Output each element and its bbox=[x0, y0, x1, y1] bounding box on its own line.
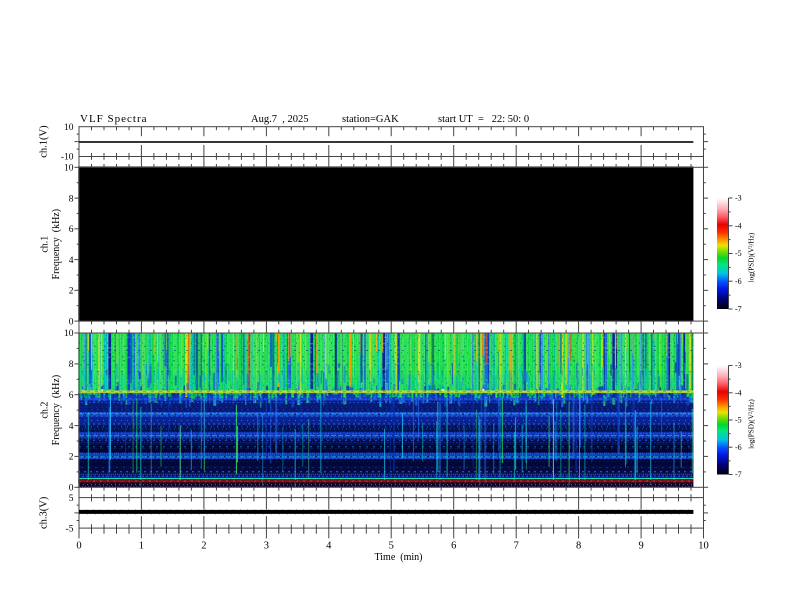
svg-text:10: 10 bbox=[64, 123, 74, 133]
svg-text:-5: -5 bbox=[66, 524, 74, 534]
svg-text:ch.1(V): ch.1(V) bbox=[39, 125, 50, 158]
svg-text:8: 8 bbox=[69, 194, 74, 204]
svg-text:2: 2 bbox=[69, 287, 74, 297]
svg-text:8: 8 bbox=[576, 541, 581, 552]
svg-text:start UT = 22: 50: 0: start UT = 22: 50: 0 bbox=[438, 114, 529, 125]
svg-text:-6: -6 bbox=[735, 277, 742, 286]
svg-text:station=GAK: station=GAK bbox=[342, 114, 399, 125]
svg-text:4: 4 bbox=[69, 422, 74, 432]
svg-text:-7: -7 bbox=[735, 305, 742, 314]
svg-text:-5: -5 bbox=[735, 249, 742, 258]
svg-text:ch.2: ch.2 bbox=[40, 402, 51, 419]
svg-text:0: 0 bbox=[69, 484, 74, 494]
svg-text:0: 0 bbox=[76, 541, 81, 552]
svg-text:0: 0 bbox=[69, 317, 74, 327]
svg-text:Aug.7 , 2025: Aug.7 , 2025 bbox=[251, 114, 308, 125]
svg-text:ch.1: ch.1 bbox=[40, 236, 51, 253]
svg-text:-3: -3 bbox=[735, 361, 742, 370]
svg-text:4: 4 bbox=[69, 256, 74, 266]
svg-text:-3: -3 bbox=[735, 194, 742, 203]
svg-text:-6: -6 bbox=[735, 443, 742, 452]
svg-text:-7: -7 bbox=[735, 470, 742, 479]
svg-text:VLF Spectra: VLF Spectra bbox=[80, 113, 148, 125]
svg-text:10: 10 bbox=[64, 329, 74, 339]
svg-text:-4: -4 bbox=[735, 388, 742, 397]
svg-text:1: 1 bbox=[139, 541, 144, 552]
svg-text:6: 6 bbox=[69, 225, 74, 235]
svg-text:Frequency (kHz): Frequency (kHz) bbox=[51, 375, 62, 446]
svg-text:3: 3 bbox=[264, 541, 269, 552]
svg-text:5: 5 bbox=[389, 541, 394, 552]
svg-text:ch.3(V): ch.3(V) bbox=[39, 496, 50, 529]
svg-text:8: 8 bbox=[69, 360, 74, 370]
svg-text:2: 2 bbox=[201, 541, 206, 552]
svg-text:5: 5 bbox=[69, 494, 74, 504]
svg-text:Time (min): Time (min) bbox=[375, 552, 423, 563]
svg-text:10: 10 bbox=[698, 541, 709, 552]
svg-text:-10: -10 bbox=[61, 153, 74, 163]
svg-text:4: 4 bbox=[326, 541, 332, 552]
svg-text:-4: -4 bbox=[735, 221, 742, 230]
svg-text:6: 6 bbox=[451, 541, 456, 552]
svg-text:log(PSD)(V²/Hz): log(PSD)(V²/Hz) bbox=[747, 232, 755, 282]
svg-text:10: 10 bbox=[64, 164, 74, 174]
svg-text:-5: -5 bbox=[735, 416, 742, 425]
svg-text:9: 9 bbox=[638, 541, 643, 552]
svg-text:7: 7 bbox=[514, 541, 519, 552]
svg-text:2: 2 bbox=[69, 453, 74, 463]
svg-text:6: 6 bbox=[69, 391, 74, 401]
svg-text:log(PSD)(V²/Hz): log(PSD)(V²/Hz) bbox=[747, 399, 755, 449]
svg-text:Frequency (kHz): Frequency (kHz) bbox=[51, 209, 62, 280]
